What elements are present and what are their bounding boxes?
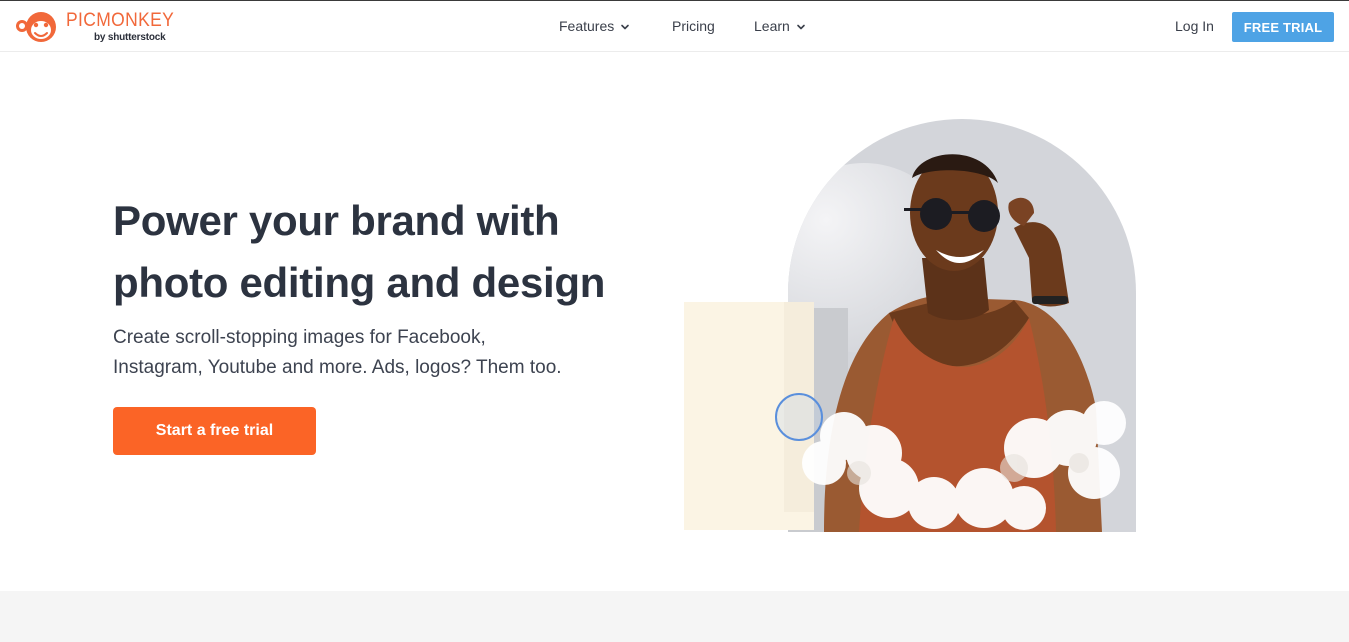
nav-item-label: Learn xyxy=(754,18,790,34)
top-navigation-bar: PICMONKEY by shutterstock Features Prici… xyxy=(0,0,1349,52)
hero-illustration xyxy=(684,119,1136,532)
headline-line-1: Power your brand with xyxy=(113,197,560,244)
login-link[interactable]: Log In xyxy=(1175,18,1214,34)
next-section-band xyxy=(0,591,1349,642)
free-trial-button[interactable]: FREE TRIAL xyxy=(1232,12,1334,42)
nav-item-label: Pricing xyxy=(672,18,715,34)
main-nav: Features Pricing Learn xyxy=(0,18,1349,38)
subcopy-line-1: Create scroll-stopping images for Facebo… xyxy=(113,327,486,348)
chevron-down-icon xyxy=(621,24,630,29)
chevron-down-icon xyxy=(797,24,805,29)
nav-item-pricing[interactable]: Pricing xyxy=(672,18,715,34)
nav-item-features[interactable]: Features xyxy=(559,18,630,34)
headline-line-2: photo editing and design xyxy=(113,259,606,306)
hero-subcopy: Create scroll-stopping images for Facebo… xyxy=(113,323,633,383)
hero-headline: Power your brand with photo editing and … xyxy=(113,190,673,314)
subcopy-line-2: Instagram, Youtube and more. Ads, logos?… xyxy=(113,357,562,378)
start-free-trial-button[interactable]: Start a free trial xyxy=(113,407,316,455)
nav-item-learn[interactable]: Learn xyxy=(754,18,806,34)
nav-item-label: Features xyxy=(559,18,615,34)
